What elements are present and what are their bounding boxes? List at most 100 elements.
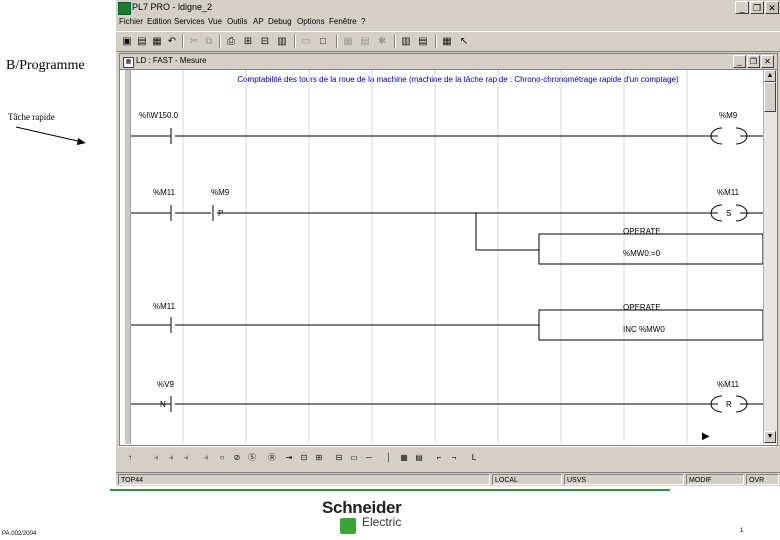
grid-icon[interactable]: ▦ [440,35,454,48]
fbd-icon[interactable]: ▦ [397,451,411,465]
editor-title-bar[interactable]: ▦ LD : FAST - Mesure _ ❐ ✕ [120,54,777,70]
binoculars-icon[interactable]: ⊟ [258,35,272,48]
tool-c-icon[interactable]: ▦ [341,35,355,48]
undo-icon[interactable]: ↶ [165,35,179,48]
rung2-contact1-label: %M11 [153,188,176,197]
coil-set-icon[interactable]: Ⓢ [245,451,259,465]
toolbar: ▣ ▤ ▦ ↶ ✂ ⧉ ⎙ ⊞ ⊟ ▥ ▭ □ ▦ ▤ ✱ ▥ ▤ ▦ ↖ [116,31,780,52]
logo-sub: Electric [362,515,402,529]
title-bar[interactable]: PL7 PRO - ldigne_2 _ ❐ ✕ [116,0,780,16]
ladder-diagram: %I\W150.0 %M9 %M11 %M9 P %M11 S OPERATE … [131,70,763,444]
footer-rule [110,489,670,491]
editor-minimize-button[interactable]: _ [733,55,746,68]
rung3-block-title: OPERATE [623,303,661,312]
scroll-thumb[interactable] [764,82,776,112]
status-position: TOP44 [118,474,490,485]
menu-fenetre[interactable]: Fenêtre [329,17,357,26]
editor-close-button[interactable]: ✕ [761,55,774,68]
menu-services[interactable]: Services [174,17,205,26]
app-icon [118,2,131,15]
jump-icon[interactable]: ⇥ [282,451,296,465]
status-bar: TOP44 LOCAL USVS MODIF OVR [116,472,780,487]
contact-p-icon[interactable]: ⫞ [179,451,193,465]
rung2-contact2-mark: P [218,209,223,218]
menu-fichier[interactable]: Fichier [119,17,143,26]
tool-d-icon[interactable]: ▤ [358,35,372,48]
hline-icon[interactable]: ─ [362,451,376,465]
rung4-contact-label: %V9 [157,380,174,389]
scroll-up-icon[interactable]: ▲ [764,70,776,82]
menu-bar: Fichier Edition Services Vue Outils AP D… [116,16,780,30]
call-icon[interactable]: ⊡ [297,451,311,465]
print-icon[interactable]: ⎙ [224,35,238,48]
tool-e-icon[interactable]: ✱ [375,35,389,48]
restore-button[interactable]: ❐ [750,1,764,14]
status-modif: MODIF [686,474,744,485]
annotation-arrow [15,126,86,145]
ld-icon: ▦ [123,57,134,68]
contact-nc-icon[interactable]: ⫞ [164,451,178,465]
close-button[interactable]: ✕ [765,1,779,14]
rung2-block-text: %MW0:=0 [623,249,661,258]
properties-icon[interactable]: ▥ [275,35,289,48]
minimize-button[interactable]: _ [735,1,749,14]
menu-help[interactable]: ? [361,17,365,26]
logo-mark-icon [340,518,356,534]
tile-icon[interactable]: ▥ [399,35,413,48]
editor-restore-button[interactable]: ❐ [747,55,760,68]
status-ovr: OVR [746,474,779,485]
new-icon[interactable]: ▣ [120,35,134,48]
rung2-block-title: OPERATE [623,227,661,236]
contact-n-icon[interactable]: ⫞ [199,451,213,465]
rung1-coil-label: %M9 [719,111,738,120]
pointer-cursor-icon: ▶ [702,431,710,442]
menu-ap[interactable]: AP [253,17,264,26]
compare-icon[interactable]: ⊟ [332,451,346,465]
copy-icon[interactable]: ⧉ [202,35,216,48]
status-mode: LOCAL [492,474,562,485]
operate-icon[interactable]: ▭ [347,451,361,465]
menu-vue[interactable]: Vue [208,17,222,26]
link-icon[interactable]: ¬ [447,451,461,465]
rung3-contact-label: %M11 [153,302,176,311]
tool-b-icon[interactable]: □ [316,35,330,48]
rung3-block-text: INC %MW0 [623,325,665,334]
rung2-coil-type: S [726,209,731,218]
find-icon[interactable]: ⊞ [241,35,255,48]
timer-icon[interactable]: ⊞ [312,451,326,465]
rung4-coil-type: R [726,400,732,409]
cascade-icon[interactable]: ▤ [416,35,430,48]
schneider-logo: Schneider Electric [322,498,402,534]
rung2-coil-label: %M11 [717,188,740,197]
coil-reset-icon[interactable]: Ⓡ [265,451,279,465]
help-pointer-icon[interactable]: ↖ [457,35,471,48]
ld-palette: ↑ ⫞ ⫞ ⫞ ⫞ ○ ⊘ Ⓢ Ⓡ ⇥ ⊡ ⊞ ⊟ ▭ ─ │ ▦ ▤ ⌐ ¬ … [119,446,776,469]
scroll-down-icon[interactable]: ▼ [764,431,776,443]
menu-debug[interactable]: Debug [268,17,292,26]
vline-icon[interactable]: │ [382,451,396,465]
vertical-scrollbar[interactable]: ▲ ▼ [763,70,777,444]
menu-options[interactable]: Options [297,17,325,26]
coil-neg-icon[interactable]: ⊘ [230,451,244,465]
menu-edition[interactable]: Edition [147,17,171,26]
label-icon[interactable]: L [467,451,481,465]
save-icon[interactable]: ▦ [150,35,164,48]
cut-icon[interactable]: ✂ [187,35,201,48]
page-number: 1 [740,528,744,534]
rung4-contact-mark: N [160,400,166,409]
editor-title: LD : FAST - Mesure [136,56,207,65]
contact-no-icon[interactable]: ⫞ [149,451,163,465]
pl7-window: PL7 PRO - ldigne_2 _ ❐ ✕ Fichier Edition… [115,0,780,486]
menu-outils[interactable]: Outils [227,17,247,26]
open-icon[interactable]: ▤ [135,35,149,48]
window-title: PL7 PRO - ldigne_2 [132,2,213,12]
block-icon[interactable]: ▤ [412,451,426,465]
rung4-coil-label: %M11 [717,380,740,389]
document-code: PA.002/2004 [2,531,37,537]
coil-icon[interactable]: ○ [215,451,229,465]
ld-editor-window: ▦ LD : FAST - Mesure _ ❐ ✕ Comptabilité … [119,53,778,446]
tool-a-icon[interactable]: ▭ [299,35,313,48]
status-connection: USVS [564,474,684,485]
select-icon[interactable]: ↑ [123,451,137,465]
connect-icon[interactable]: ⌐ [432,451,446,465]
